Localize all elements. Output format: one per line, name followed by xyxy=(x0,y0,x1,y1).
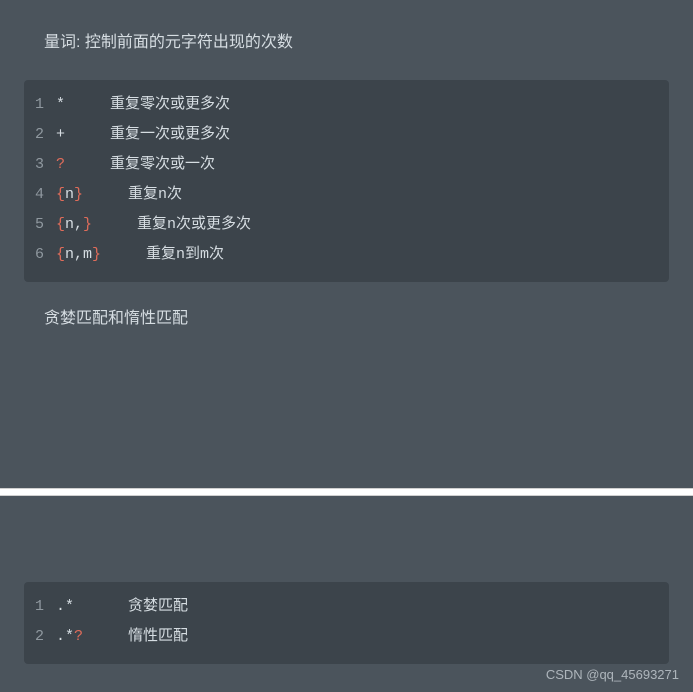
code-line: + 重复一次或更多次 xyxy=(56,120,230,150)
line-number: 1 xyxy=(24,592,56,622)
code-line: .*? 惰性匹配 xyxy=(56,622,188,652)
line-number: 1 xyxy=(24,90,56,120)
watermark: CSDN @qq_45693271 xyxy=(546,667,679,682)
line-number: 5 xyxy=(24,210,56,240)
code-row: 2.*? 惰性匹配 xyxy=(24,622,669,652)
line-number: 3 xyxy=(24,150,56,180)
line-number: 4 xyxy=(24,180,56,210)
line-number: 6 xyxy=(24,240,56,270)
code-block-greedy-lazy: 1.* 贪婪匹配2.*? 惰性匹配 xyxy=(24,582,669,664)
code-row: 6{n,m} 重复n到m次 xyxy=(24,240,669,270)
code-row: 2+ 重复一次或更多次 xyxy=(24,120,669,150)
code-block-quantifiers: 1* 重复零次或更多次2+ 重复一次或更多次3? 重复零次或一次4{n} 重复n… xyxy=(24,80,669,282)
code-line: .* 贪婪匹配 xyxy=(56,592,188,622)
code-line: * 重复零次或更多次 xyxy=(56,90,230,120)
divider xyxy=(0,488,693,496)
spacer xyxy=(0,328,693,488)
line-number: 2 xyxy=(24,622,56,652)
code-row: 5{n,} 重复n次或更多次 xyxy=(24,210,669,240)
code-line: ? 重复零次或一次 xyxy=(56,150,215,180)
code-line: {n} 重复n次 xyxy=(56,180,182,210)
code-row: 1.* 贪婪匹配 xyxy=(24,592,669,622)
section-heading: 量词: 控制前面的元字符出现的次数 xyxy=(0,0,693,52)
code-line: {n,} 重复n次或更多次 xyxy=(56,210,251,240)
spacer xyxy=(0,496,693,554)
code-row: 1* 重复零次或更多次 xyxy=(24,90,669,120)
code-line: {n,m} 重复n到m次 xyxy=(56,240,224,270)
code-row: 3? 重复零次或一次 xyxy=(24,150,669,180)
section-subheading: 贪婪匹配和惰性匹配 xyxy=(0,282,693,328)
code-row: 4{n} 重复n次 xyxy=(24,180,669,210)
line-number: 2 xyxy=(24,120,56,150)
